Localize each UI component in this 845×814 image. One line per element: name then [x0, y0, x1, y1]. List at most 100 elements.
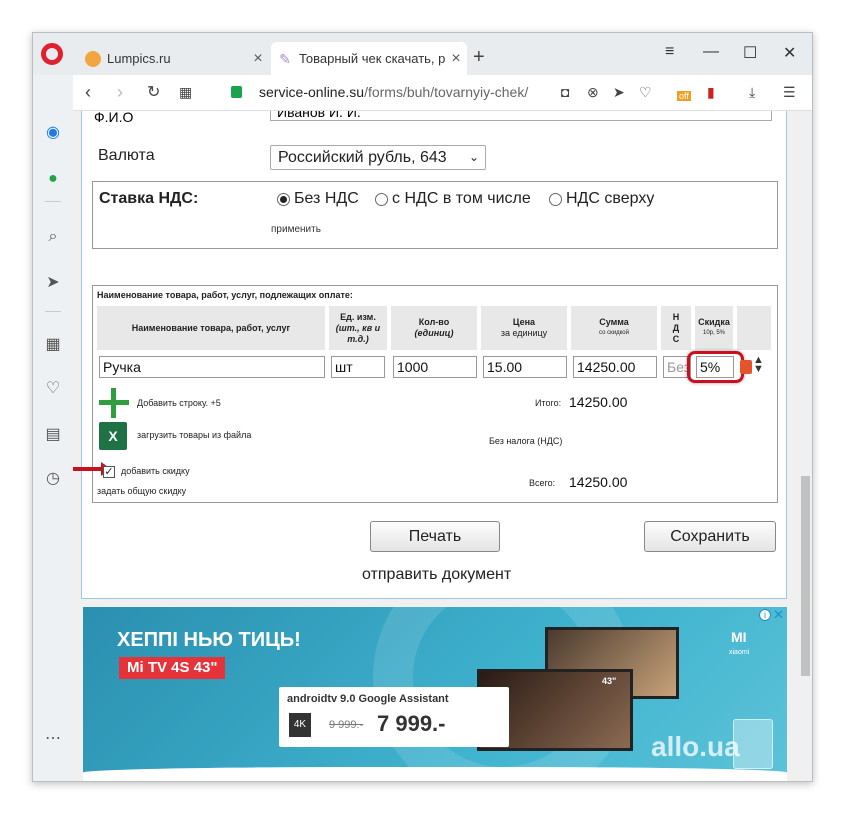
- browser-window: Lumpics.ru × ✎ Товарный чек скачать, ра …: [32, 32, 813, 782]
- ad-old-price: 9 999.-: [329, 719, 364, 731]
- header-qty-sub: (единиц): [414, 328, 454, 338]
- header-unit: Ед. изм. (шт., кв и т.д.): [329, 306, 387, 350]
- ad-android-text: androidtv 9.0 Google Assistant: [287, 693, 449, 705]
- header-price-text: Цена: [512, 317, 536, 327]
- tab-tovarnyi-chek[interactable]: ✎ Товарный чек скачать, ра ×: [271, 42, 467, 75]
- extension-icon[interactable]: ▮: [707, 84, 715, 101]
- bez-naloga-label: Без налога (НДС): [489, 436, 563, 446]
- camera-icon[interactable]: ◘: [561, 84, 569, 100]
- lock-icon[interactable]: [231, 86, 242, 98]
- new-tab-button[interactable]: +: [473, 46, 485, 69]
- ad-close-icon[interactable]: ✕: [773, 607, 784, 623]
- discount-highlight-frame: [687, 351, 744, 383]
- page-scrollbar[interactable]: [799, 111, 812, 781]
- history-clock-icon[interactable]: ◷: [43, 469, 63, 489]
- move-row-icon[interactable]: ▲ ▼: [753, 355, 764, 375]
- close-window-button[interactable]: ✕: [783, 43, 796, 63]
- apply-link[interactable]: применить: [271, 224, 321, 235]
- messenger-icon[interactable]: ◉: [43, 123, 63, 143]
- cell-qty-input[interactable]: 1000: [393, 356, 477, 378]
- tab-close-icon[interactable]: ×: [247, 50, 269, 68]
- scrollbar-thumb[interactable]: [801, 476, 810, 676]
- ad-allo-logo: allo.ua: [651, 731, 740, 762]
- ad-info-icon[interactable]: i: [759, 609, 771, 621]
- fio-input[interactable]: Иванов И. И.: [270, 111, 772, 121]
- radio-s-nds[interactable]: с НДС в том числе: [375, 190, 531, 208]
- header-sum-text: Сумма: [599, 317, 629, 327]
- tab-menu-icon[interactable]: ≡: [665, 43, 674, 61]
- valuta-label: Валюта: [98, 147, 155, 164]
- print-button[interactable]: Печать: [370, 521, 500, 552]
- page-content: Ф.И.О Иванов И. И. Валюта Российский руб…: [73, 111, 799, 781]
- opera-logo-icon[interactable]: [41, 43, 63, 65]
- heart-icon[interactable]: ♡: [639, 84, 652, 101]
- delete-row-icon[interactable]: [740, 360, 752, 374]
- header-sum: Сумма со скидкой: [571, 306, 657, 350]
- radio-bez-nds[interactable]: Без НДС: [277, 190, 359, 208]
- header-name: Наименование товара, работ, услуг: [97, 306, 325, 350]
- cell-unit-input[interactable]: шт: [331, 356, 385, 378]
- radio-selected-icon: [277, 192, 290, 206]
- extension-badge[interactable]: off: [677, 91, 691, 101]
- sidebar-divider: [45, 311, 61, 312]
- adblock-icon[interactable]: ⊗: [587, 84, 599, 101]
- cell-name-input[interactable]: Ручка: [99, 356, 325, 378]
- header-unit-text: Ед. изм.: [340, 311, 376, 322]
- lumpics-favicon-icon: [85, 50, 101, 67]
- header-actions: [737, 306, 771, 350]
- ad-promo-box: androidtv 9.0 Google Assistant 4K 9 999.…: [279, 687, 509, 747]
- minimize-button[interactable]: —: [703, 43, 719, 61]
- general-discount-link[interactable]: задать общую скидку: [97, 486, 186, 496]
- send-icon[interactable]: ➤: [613, 84, 625, 101]
- goods-section: Наименование товара, работ, услуг, подле…: [73, 285, 778, 503]
- forward-icon[interactable]: ›: [117, 82, 123, 103]
- more-icon[interactable]: ⋯: [43, 729, 63, 749]
- add-row-link[interactable]: Добавить строку. +5: [137, 398, 221, 408]
- download-icon[interactable]: ⤓: [749, 84, 755, 101]
- add-row-plus-icon[interactable]: [99, 388, 129, 418]
- radio-icon: [375, 192, 388, 206]
- itogo-label: Итого:: [535, 398, 562, 408]
- vsego-value: 14250.00: [569, 474, 628, 490]
- url-field[interactable]: service-online.su/forms/buh/tovarnyiy-ch…: [259, 84, 528, 100]
- header-sum-sub: со скидкой: [599, 330, 629, 336]
- ad-snow-decoration: [83, 767, 787, 781]
- add-discount-label: добавить скидку: [121, 466, 190, 476]
- valuta-value: Российский рубль, 643: [278, 149, 447, 166]
- header-nds: НДС: [661, 306, 691, 350]
- address-bar: ‹ › ↻ ▦ service-online.su/forms/buh/tova…: [73, 75, 812, 111]
- maximize-button[interactable]: ☐: [743, 43, 757, 63]
- goods-caption: Наименование товара, работ, услуг, подле…: [97, 290, 353, 300]
- header-discount-text: Скидка: [698, 317, 730, 327]
- send-document-link[interactable]: отправить документ: [362, 566, 511, 584]
- header-price-sub: за единицу: [500, 328, 548, 338]
- back-icon[interactable]: ‹: [85, 82, 91, 103]
- header-qty-text: Кол-во: [418, 317, 450, 327]
- save-button[interactable]: Сохранить: [644, 521, 776, 552]
- speed-dial-icon[interactable]: ▦: [43, 335, 63, 355]
- advertisement-banner[interactable]: ХЕППІ НЬЮ ТИЦЬ! Mi TV 4S 43" 43" android…: [83, 607, 787, 781]
- valuta-select[interactable]: Российский рубль, 643 ⌄: [270, 145, 486, 170]
- tab-close-icon[interactable]: ×: [445, 50, 467, 68]
- radio-nds-sverhu[interactable]: НДС сверху: [549, 190, 654, 208]
- tab-lumpics[interactable]: Lumpics.ru ×: [79, 42, 269, 75]
- add-discount-checkbox[interactable]: ✓: [103, 466, 115, 478]
- easy-setup-icon[interactable]: ☰: [783, 84, 796, 101]
- header-nds-text: НДС: [672, 311, 680, 344]
- sidebar: ◉ ● ⌕ ➤ ▦ ♡ ▤ ◷ ⋯: [33, 75, 73, 781]
- whatsapp-icon[interactable]: ●: [43, 169, 63, 189]
- speed-dial-icon[interactable]: ▦: [179, 84, 192, 101]
- url-path: /forms/buh/tovarnyiy-chek/: [364, 84, 529, 100]
- excel-icon[interactable]: X: [99, 422, 127, 450]
- news-icon[interactable]: ▤: [43, 425, 63, 445]
- load-file-link[interactable]: загрузить товары из файла: [137, 430, 251, 440]
- reload-icon[interactable]: ↻: [147, 82, 160, 102]
- ad-mi-logo: MI: [731, 629, 747, 645]
- cell-sum-input[interactable]: 14250.00: [573, 356, 657, 378]
- send-icon[interactable]: ➤: [43, 273, 63, 293]
- search-icon[interactable]: ⌕: [43, 227, 63, 247]
- cell-price-input[interactable]: 15.00: [483, 356, 567, 378]
- nds-section: Ставка НДС: Без НДС с НДС в том числе НД…: [92, 181, 778, 249]
- bookmarks-heart-icon[interactable]: ♡: [43, 379, 63, 399]
- tab-label: Lumpics.ru: [107, 51, 171, 66]
